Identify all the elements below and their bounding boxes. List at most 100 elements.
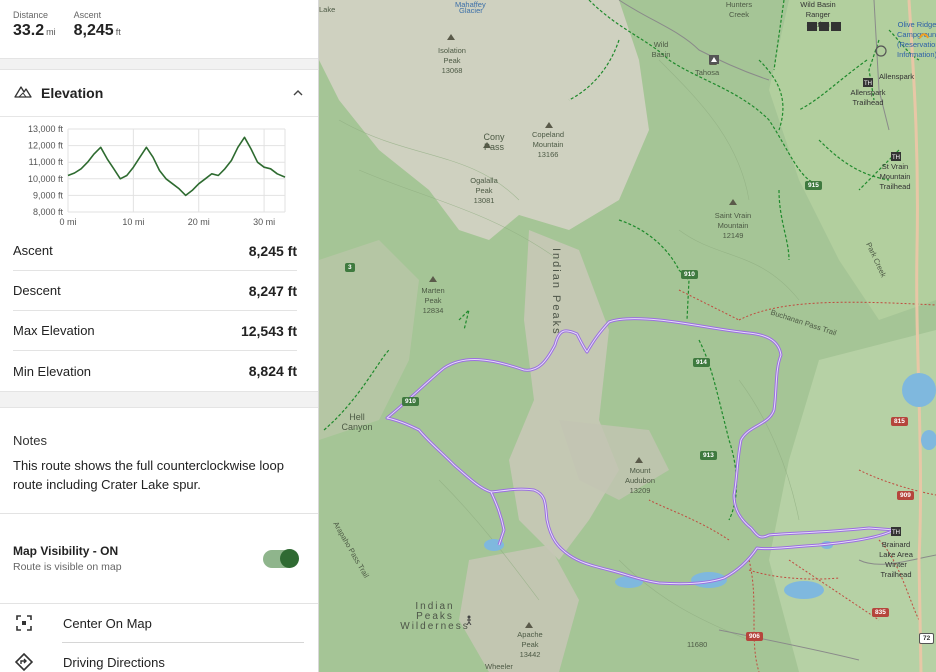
driving-directions-button[interactable]: Driving Directions	[0, 643, 318, 672]
x-tick-label: 20 mi	[188, 217, 210, 227]
map-label-mount-audubon: Mount Audubon 13209	[624, 466, 656, 495]
elevation-stats-list: Ascent 8,245 ft Descent 8,247 ft Max Ele…	[0, 231, 318, 391]
stat-row-min-elevation: Min Elevation 8,824 ft	[13, 351, 297, 391]
chevron-up-icon[interactable]	[292, 86, 304, 100]
map-label-ip-wilderness: Indian Peaks Wilderness	[400, 601, 470, 632]
topo-map[interactable]: Lake Mahaffey Glacier Isolation Peak 130…	[319, 0, 936, 672]
stat-value: 8,245 ft	[248, 242, 297, 259]
ascent-stat: Ascent 8,245 ft	[74, 10, 121, 58]
y-tick-label: 12,000 ft	[28, 141, 64, 151]
y-tick-label: 8,000 ft	[33, 207, 64, 217]
stat-value: 8,824 ft	[248, 363, 297, 379]
map-label-wild-basin: Wild Basin	[651, 40, 671, 59]
map-label-apache-peak: Apache Peak 13442	[517, 630, 543, 659]
road-shield: 815	[891, 417, 908, 426]
road-shield: 72	[919, 633, 935, 644]
map-visibility-subtitle: Route is visible on map	[13, 561, 122, 573]
distance-stat: Distance 33.2 mi	[13, 10, 56, 58]
notes-heading: Notes	[13, 433, 47, 448]
map-label-hell-canyon: Hell Canyon	[341, 412, 373, 432]
road-shield: 910	[681, 270, 698, 279]
distance-value: 33.2	[13, 22, 45, 39]
y-tick-label: 9,000 ft	[33, 190, 64, 200]
y-tick-label: 13,000 ft	[28, 124, 64, 134]
notes-text: This route shows the full counterclockwi…	[13, 458, 284, 492]
trailhead-icon[interactable]: TH	[891, 152, 901, 163]
x-tick-label: 0 mi	[59, 217, 76, 227]
directions-icon	[13, 651, 35, 672]
distance-label: Distance	[13, 10, 49, 20]
map-visibility-title: Map Visibility - ON	[13, 544, 119, 558]
map-label-cony-pass: Cony Pass	[483, 132, 505, 152]
y-tick-label: 11,000 ft	[29, 157, 64, 167]
stat-label: Min Elevation	[13, 363, 92, 379]
road-shield: 909	[897, 491, 914, 500]
center-on-map-label: Center On Map	[63, 615, 152, 631]
campground-icon[interactable]	[875, 45, 887, 59]
mountain-icon	[14, 84, 32, 103]
stat-row-max-elevation: Max Elevation 12,543 ft	[13, 311, 297, 351]
map-label-11680: 11680	[687, 640, 708, 649]
stat-row-ascent: Ascent 8,245 ft	[13, 231, 297, 271]
road-shield: 835	[872, 608, 889, 617]
notes-section: Notes This route shows the full counterc…	[0, 408, 318, 514]
map-label-indian-peaks: Indian Peaks	[550, 248, 562, 336]
svg-text:TH: TH	[892, 530, 900, 536]
location-pin-icon[interactable]	[919, 30, 929, 42]
campground-icon[interactable]	[709, 55, 719, 66]
x-tick-label: 10 mi	[122, 217, 144, 227]
stat-label: Ascent	[13, 243, 53, 258]
route-summary: Distance 33.2 mi Ascent 8,245 ft	[0, 0, 318, 58]
map-label-brainard: Brainard Lake Area Winter Trailhead	[879, 540, 913, 579]
ascent-unit: ft	[115, 27, 121, 37]
stat-value: 12,543 ft	[240, 322, 297, 339]
map-label-saint-vrain: Saint Vrain Mountain 12149	[714, 211, 752, 240]
road-shield: 913	[700, 451, 717, 460]
road-shield: 910	[402, 397, 419, 406]
center-focus-icon	[13, 612, 35, 634]
map-label-hunters-creek: Hunters Creek	[725, 0, 753, 19]
ascent-label: Ascent	[73, 10, 102, 20]
ascent-value: 8,245	[73, 22, 114, 39]
map-label-lake: Lake	[319, 5, 336, 14]
map-label-olive-ridge: Olive Ridge Campground (Reservations Inf…	[897, 20, 936, 59]
y-tick-label: 10,000 ft	[28, 174, 64, 184]
map-visibility-row: Map Visibility - ON Route is visible on …	[0, 514, 318, 604]
road-shield: 906	[746, 632, 763, 641]
map-label-glacier: Glacier	[459, 6, 483, 15]
toggle-knob	[280, 548, 299, 568]
section-divider	[0, 58, 318, 70]
elevation-title: Elevation	[41, 85, 104, 101]
map-label-copeland: Copeland Mountain 13166	[531, 130, 565, 159]
elevation-chart-svg: 13,000 ft 12,000 ft 11,000 ft 10,000 ft 9,00…	[28, 124, 286, 227]
road-shield: 914	[693, 358, 710, 367]
map-label-allenspark-th: Allenspark Trailhead	[850, 88, 886, 107]
ranger-station-icons[interactable]	[807, 22, 843, 34]
road-shield: 915	[805, 181, 822, 190]
trailhead-icon[interactable]: TH	[891, 527, 901, 538]
driving-directions-label: Driving Directions	[63, 654, 165, 670]
center-on-map-button[interactable]: Center On Map	[0, 604, 318, 642]
map-visibility-toggle[interactable]	[263, 548, 299, 568]
stat-label: Descent	[13, 283, 61, 298]
stat-value: 8,247 ft	[248, 282, 297, 299]
distance-unit: mi	[46, 27, 56, 37]
route-details-panel: Distance 33.2 mi Ascent 8,245 ft Elevation…	[0, 0, 319, 672]
map-label-marten-peak: Marten Peak 12834	[421, 286, 445, 315]
map-label-wheeler: Wheeler	[485, 662, 513, 671]
road-shield: 3	[345, 263, 355, 272]
elevation-section-header[interactable]: Elevation	[0, 70, 318, 117]
stat-row-descent: Descent 8,247 ft	[13, 271, 297, 311]
map-label-st-vrain-th: St Vrain Mountain Trailhead	[879, 162, 911, 191]
svg-text:TH: TH	[892, 155, 900, 161]
stat-label: Max Elevation	[13, 323, 95, 338]
map-label-tahosa: Tahosa	[695, 68, 720, 77]
svg-text:TH: TH	[864, 81, 872, 87]
trailhead-icon[interactable]: TH	[863, 78, 873, 89]
section-divider	[0, 391, 318, 408]
elevation-chart: 13,000 ft 12,000 ft 11,000 ft 10,000 ft 9,00…	[0, 117, 318, 231]
x-tick-label: 30 mi	[253, 217, 275, 227]
map-label-ogalalla: Ogalalla Peak 13081	[470, 176, 498, 205]
map-label-isolation-peak: Isolation Peak 13068	[438, 46, 466, 75]
map-label-allenspark: Allenspark	[879, 72, 915, 81]
